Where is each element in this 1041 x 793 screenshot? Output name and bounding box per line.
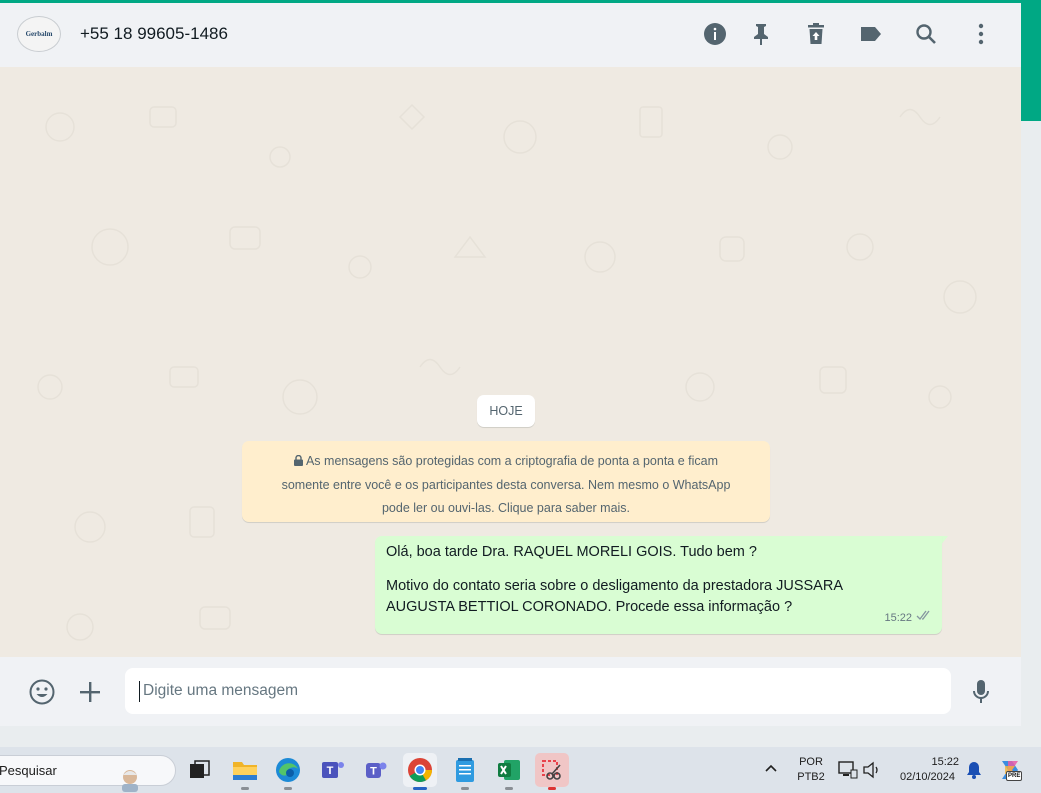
windows-taskbar: Pesquisar T T POR PTB2 15:22 02/10/2024 … (0, 747, 1041, 793)
keyboard-layout: PTB2 (797, 771, 825, 783)
outer-scrollbar-thumb[interactable] (1021, 0, 1041, 121)
outgoing-message-bubble[interactable]: Olá, boa tarde Dra. RAQUEL MORELI GOIS. … (375, 536, 942, 634)
text-caret (139, 681, 140, 702)
taskbar-clock[interactable]: 15:22 02/10/2024 (890, 756, 965, 783)
attach-plus-icon[interactable] (75, 677, 105, 707)
label-icon[interactable] (858, 21, 884, 47)
message-line: Olá, boa tarde Dra. RAQUEL MORELI GOIS. … (386, 544, 757, 560)
excel-icon[interactable] (492, 753, 526, 790)
microphone-icon[interactable] (966, 677, 996, 707)
delete-icon[interactable] (803, 21, 829, 47)
network-icon[interactable] (838, 761, 858, 784)
snipping-tool-icon[interactable] (535, 753, 569, 790)
chrome-icon[interactable] (403, 753, 437, 790)
notification-bell-icon[interactable] (966, 761, 982, 784)
message-line: AUGUSTA BETTIOL CORONADO. Procede essa i… (386, 599, 793, 615)
chevron-up-icon[interactable] (764, 761, 778, 780)
language-code: POR (799, 756, 823, 768)
active-indicator (548, 787, 556, 790)
svg-text:T: T (327, 765, 334, 777)
encryption-notice-line-2: somente entre você e os participantes de… (281, 478, 731, 492)
taskbar-search-text: Pesquisar (0, 763, 57, 778)
running-indicator (461, 787, 469, 790)
running-indicator (284, 787, 292, 790)
copilot-icon[interactable]: PRE (997, 757, 1023, 783)
contact-name[interactable]: +55 18 99605-1486 (80, 24, 228, 44)
input-language-indicator[interactable]: POR PTB2 (795, 756, 827, 783)
notepad-icon[interactable] (448, 753, 482, 790)
edge-icon[interactable] (271, 753, 305, 790)
message-composer (0, 657, 1021, 726)
active-indicator (413, 787, 427, 790)
copilot-preview-badge: PRE (1006, 771, 1023, 781)
file-explorer-icon[interactable] (228, 753, 262, 790)
message-time: 15:22 (884, 612, 912, 624)
taskbar-search-box[interactable]: Pesquisar (0, 755, 176, 792)
message-input[interactable] (125, 668, 951, 714)
encryption-notice-line-3: pode ler ou ouvi-las. Clique para saber … (381, 501, 631, 515)
encryption-notice-line-1: As mensagens são protegidas com a cripto… (305, 454, 719, 468)
clock-date: 02/10/2024 (899, 771, 956, 783)
search-icon[interactable] (913, 21, 939, 47)
message-line: Motivo do contato seria sobre o desligam… (386, 578, 843, 594)
svg-text:T: T (370, 766, 377, 778)
whatsapp-window: Gerbalm +55 18 99605-1486 HOJE As mensag… (0, 3, 1021, 726)
clock-time: 15:22 (931, 756, 959, 768)
emoji-icon[interactable] (27, 677, 57, 707)
double-check-icon (916, 608, 932, 629)
task-view-icon[interactable] (183, 753, 217, 787)
contact-avatar[interactable]: Gerbalm (17, 16, 61, 52)
teams-icon[interactable]: T (359, 753, 393, 787)
menu-icon[interactable] (968, 21, 994, 47)
lock-icon (293, 451, 303, 474)
message-line-gap (386, 563, 931, 576)
running-indicator (241, 787, 249, 790)
volume-icon[interactable] (862, 761, 882, 784)
chat-header: Gerbalm +55 18 99605-1486 (0, 3, 1021, 67)
avatar-logo-text: Gerbalm (25, 30, 53, 38)
date-separator: HOJE (477, 395, 535, 427)
info-icon[interactable] (702, 21, 728, 47)
search-highlight-icon (116, 766, 144, 792)
teams-classic-icon[interactable]: T (316, 753, 350, 787)
running-indicator (505, 787, 513, 790)
message-meta: 15:22 (884, 608, 932, 629)
encryption-notice[interactable]: As mensagens são protegidas com a cripto… (242, 441, 770, 522)
pin-icon[interactable] (748, 21, 774, 47)
